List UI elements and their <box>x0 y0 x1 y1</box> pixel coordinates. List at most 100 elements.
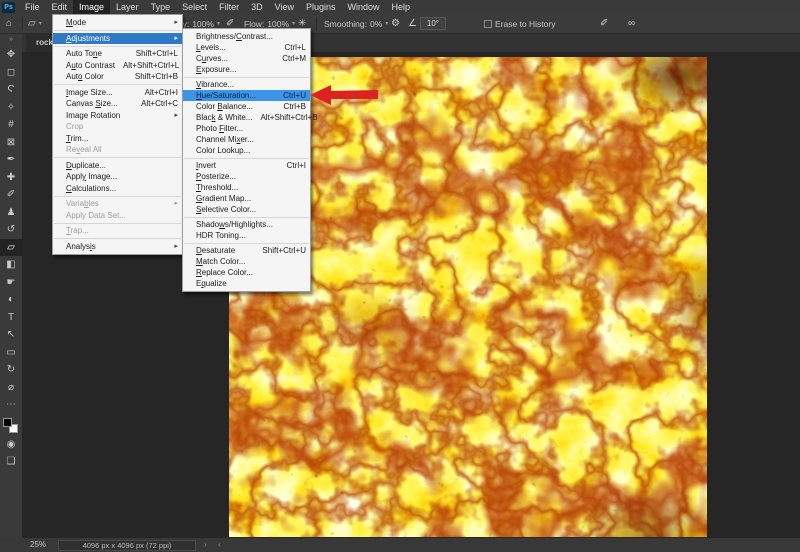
quick-mask-button[interactable]: ◉ <box>0 436 22 454</box>
menubar-item-window[interactable]: Window <box>342 0 386 14</box>
menu-item-trap: Trap... <box>53 225 182 237</box>
adjustments-submenu: Brightness/Contrast... Levels... Ctrl+L Cur… <box>182 28 318 292</box>
magic-wand-tool[interactable]: ✧ <box>0 99 22 117</box>
foreground-color-swatch[interactable] <box>3 417 12 427</box>
menu-item-exposure[interactable]: Exposure... <box>183 64 310 75</box>
menu-separator <box>184 216 309 218</box>
menu-item-equalize[interactable]: Equalize <box>183 278 310 289</box>
home-icon[interactable]: ⌂ <box>6 18 12 29</box>
move-tool[interactable]: ✥ <box>0 46 22 64</box>
smudge-tool[interactable]: ☛ <box>0 274 22 292</box>
gear-icon[interactable]: ⚙ <box>391 18 400 29</box>
menu-item-mode[interactable]: Mode ▸ <box>53 17 182 29</box>
menu-item-shadows-highlights[interactable]: Shadows/Highlights... <box>183 219 310 230</box>
tool-preset-picker[interactable]: ▱ ▾ <box>28 14 42 33</box>
menu-item-canvas-size[interactable]: Canvas Size... Alt+Ctrl+C <box>53 98 182 110</box>
scroll-left-icon[interactable]: ‹ <box>218 538 221 552</box>
history-brush-tool[interactable]: ↺ <box>0 221 22 239</box>
menubar-item-select[interactable]: Select <box>176 0 213 14</box>
menu-item-auto-tone[interactable]: Auto Tone Shift+Ctrl+L <box>53 48 182 60</box>
menu-item-image-size[interactable]: Image Size... Alt+Ctrl+I <box>53 87 182 99</box>
menu-item-auto-contrast[interactable]: Auto Contrast Alt+Shift+Ctrl+L <box>53 60 182 72</box>
menu-item-hue-saturation[interactable]: Hue/Saturation... Ctrl+U <box>183 90 310 101</box>
brush-angle-control[interactable]: ∠ 10° <box>408 14 446 33</box>
menubar-item-help[interactable]: Help <box>386 0 417 14</box>
menu-item-color-balance[interactable]: Color Balance... Ctrl+B <box>183 101 310 112</box>
toolbar-collapse-icon[interactable]: » <box>0 34 22 46</box>
symmetry-icon[interactable]: ∞ <box>628 18 635 29</box>
color-swatches[interactable] <box>0 416 22 436</box>
edit-toolbar[interactable]: ⋯ <box>0 396 22 414</box>
menu-item-brightness-contrast[interactable]: Brightness/Contrast... <box>183 31 310 42</box>
frame-tool[interactable]: ⊠ <box>0 134 22 152</box>
menubar-item-view[interactable]: View <box>269 0 300 14</box>
menu-item-selective-color[interactable]: Selective Color... <box>183 204 310 215</box>
opacity-value[interactable]: 100% <box>192 19 214 29</box>
status-chevron-icon[interactable]: › <box>204 538 207 552</box>
zoom-tool[interactable]: ⌀ <box>0 379 22 397</box>
menu-item-label: Hue/Saturation... <box>196 91 257 100</box>
menu-item-vibrance[interactable]: Vibrance... <box>183 79 310 90</box>
menu-item-crop: Crop <box>53 121 182 133</box>
angle-input[interactable]: 10° <box>419 17 446 30</box>
menu-item-curves[interactable]: Curves... Ctrl+M <box>183 53 310 64</box>
tool-bar: » ✥ ◻ Ϛ ✧ # ⊠ ✒ ✚ ✐ ♟ ↺ ▱ ◧ ☛ ◐ T ↖ ▭ ↻ ⌀ ⋯ ◉ ❏ <box>0 34 22 538</box>
menu-item-label: Match Color... <box>196 257 246 266</box>
pen-pressure-icon[interactable]: ✐ <box>600 18 608 29</box>
menu-item-black-white[interactable]: Black & White... Alt+Shift+Ctrl+B <box>183 112 318 123</box>
menu-item-levels[interactable]: Levels... Ctrl+L <box>183 42 310 53</box>
menubar-item-plugins[interactable]: Plugins <box>300 0 342 14</box>
gradient-tool[interactable]: ◧ <box>0 256 22 274</box>
menu-item-match-color[interactable]: Match Color... <box>183 256 310 267</box>
dodge-tool[interactable]: ◐ <box>0 291 22 309</box>
menu-item-gradient-map[interactable]: Gradient Map... <box>183 193 310 204</box>
menu-item-analysis[interactable]: Analysis ▸ <box>53 241 182 253</box>
erase-to-history-option[interactable]: Erase to History <box>484 14 555 33</box>
menubar-item-3d[interactable]: 3D <box>245 0 269 14</box>
submenu-arrow-icon: ▸ <box>174 34 178 42</box>
eyedropper-tool[interactable]: ✒ <box>0 151 22 169</box>
menubar-item-edit[interactable]: Edit <box>46 0 74 14</box>
menu-item-replace-color[interactable]: Replace Color... <box>183 267 310 278</box>
menu-item-photo-filter[interactable]: Photo Filter... <box>183 123 310 134</box>
rotate-view-tool[interactable]: ↻ <box>0 361 22 379</box>
type-tool[interactable]: T <box>0 309 22 327</box>
smoothing-control[interactable]: Smoothing: 0% ▾ <box>324 14 388 33</box>
menu-item-duplicate[interactable]: Duplicate... <box>53 160 182 172</box>
path-select-tool[interactable]: ↖ <box>0 326 22 344</box>
menu-item-hdr-toning[interactable]: HDR Toning... <box>183 230 310 241</box>
shape-tool[interactable]: ▭ <box>0 344 22 362</box>
lasso-tool[interactable]: Ϛ <box>0 81 22 99</box>
smoothing-value[interactable]: 0% <box>370 19 382 29</box>
marquee-tool[interactable]: ◻ <box>0 64 22 82</box>
clone-stamp-tool[interactable]: ♟ <box>0 204 22 222</box>
menubar-item-layer[interactable]: Layer <box>110 0 145 14</box>
menu-item-invert[interactable]: Invert Ctrl+I <box>183 160 310 171</box>
menu-item-desaturate[interactable]: Desaturate Shift+Ctrl+U <box>183 245 310 256</box>
menu-item-color-lookup[interactable]: Color Lookup... <box>183 145 310 156</box>
menubar-item-file[interactable]: File <box>19 0 46 14</box>
crop-tool[interactable]: # <box>0 116 22 134</box>
menubar-item-type[interactable]: Type <box>145 0 177 14</box>
menu-item-channel-mixer[interactable]: Channel Mixer... <box>183 134 310 145</box>
menu-item-adjustments[interactable]: Adjustments ▸ <box>53 32 182 44</box>
zoom-level[interactable]: 25% <box>30 538 46 552</box>
erase-to-history-checkbox[interactable] <box>484 19 492 28</box>
menu-item-threshold[interactable]: Threshold... <box>183 182 310 193</box>
menu-item-posterize[interactable]: Posterize... <box>183 171 310 182</box>
healing-brush-tool[interactable]: ✚ <box>0 169 22 187</box>
menu-item-calculations[interactable]: Calculations... <box>53 183 182 195</box>
menu-item-label: Color Balance... <box>196 102 253 111</box>
menu-item-auto-color[interactable]: Auto Color Shift+Ctrl+B <box>53 71 182 83</box>
eraser-tool[interactable]: ▱ <box>0 238 22 256</box>
menu-item-trim[interactable]: Trim... <box>53 133 182 145</box>
brush-tool[interactable]: ✐ <box>0 186 22 204</box>
menubar-item-image[interactable]: Image <box>73 0 111 14</box>
menubar-item-filter[interactable]: Filter <box>213 0 245 14</box>
flow-value[interactable]: 100% <box>267 19 289 29</box>
menu-separator <box>54 45 181 47</box>
menu-item-shortcut: Shift+Ctrl+B <box>134 72 178 81</box>
menu-item-apply-image[interactable]: Apply Image... <box>53 171 182 183</box>
screen-mode-button[interactable]: ❏ <box>0 453 22 471</box>
menu-item-image-rotation[interactable]: Image Rotation ▸ <box>53 110 182 122</box>
